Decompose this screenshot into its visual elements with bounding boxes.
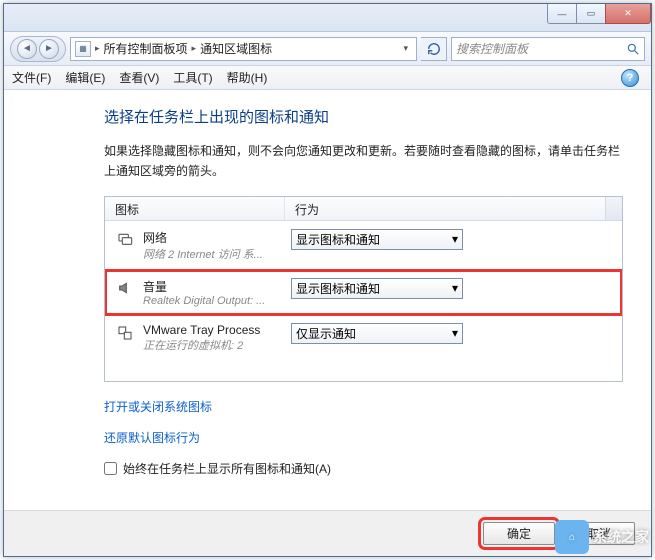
chevron-down-icon: ▾: [452, 281, 458, 295]
item-sub: 网络 2 Internet 访问 系...: [143, 246, 291, 262]
item-sub: Realtek Digital Output: ...: [143, 295, 291, 307]
list-item-vmware: VMware Tray Process 正在运行的虚拟机: 2 仅显示通知▾: [105, 315, 622, 361]
cancel-button[interactable]: 取消: [563, 522, 635, 545]
links-section: 打开或关闭系统图标 还原默认图标行为: [104, 398, 623, 446]
control-panel-window: — ▭ ✕ ◄ ► ▦ ▸ 所有控制面板项 ▸ 通知区域图标 ▾ 搜索控制面板 …: [3, 3, 652, 557]
menubar: 文件(F) 编辑(E) 查看(V) 工具(T) 帮助(H) ?: [4, 66, 651, 90]
address-bar[interactable]: ▦ ▸ 所有控制面板项 ▸ 通知区域图标 ▾: [70, 37, 417, 61]
breadcrumb-notification-icons[interactable]: 通知区域图标: [200, 40, 272, 57]
list-item-volume: 音量 Realtek Digital Output: ... 显示图标和通知▾: [105, 270, 622, 315]
control-panel-icon: ▦: [75, 41, 91, 57]
list-item-network: 网络 网络 2 Internet 访问 系... 显示图标和通知▾: [105, 221, 622, 270]
back-button[interactable]: ◄: [17, 39, 37, 59]
refresh-button[interactable]: [421, 37, 447, 61]
chevron-right-icon: ▸: [188, 43, 201, 54]
item-sub: 正在运行的虚拟机: 2: [143, 337, 291, 353]
menu-help[interactable]: 帮助(H): [227, 69, 268, 86]
vmware-icon: [115, 323, 135, 343]
scrollbar[interactable]: [605, 197, 622, 220]
minimize-button[interactable]: —: [547, 4, 577, 24]
link-toggle-system-icons[interactable]: 打开或关闭系统图标: [104, 398, 623, 415]
menu-tools[interactable]: 工具(T): [173, 69, 212, 86]
icon-list: 图标 行为 网络 网络 2 Internet 访问 系... 显示图标和通知▾: [104, 196, 623, 382]
chevron-down-icon: ▾: [452, 326, 458, 340]
search-input[interactable]: 搜索控制面板: [451, 37, 645, 61]
menu-edit[interactable]: 编辑(E): [65, 69, 105, 86]
dialog-footer: 确定 取消: [4, 510, 651, 556]
search-icon: [626, 42, 640, 56]
checkbox-label: 始终在任务栏上显示所有图标和通知(A): [123, 460, 331, 477]
forward-button[interactable]: ►: [39, 39, 59, 59]
always-show-input[interactable]: [104, 462, 117, 475]
breadcrumb-all-items[interactable]: 所有控制面板项: [104, 40, 188, 57]
page-title: 选择在任务栏上出现的图标和通知: [104, 106, 623, 127]
volume-icon: [115, 278, 135, 298]
ok-button[interactable]: 确定: [483, 522, 555, 545]
search-placeholder: 搜索控制面板: [456, 40, 528, 57]
behavior-select-vmware[interactable]: 仅显示通知▾: [291, 323, 463, 344]
menu-view[interactable]: 查看(V): [119, 69, 159, 86]
column-behavior[interactable]: 行为: [285, 197, 605, 220]
chevron-down-icon: ▾: [452, 232, 458, 246]
content-area: 选择在任务栏上出现的图标和通知 如果选择隐藏图标和通知，则不会向您通知更改和更新…: [4, 90, 651, 477]
navbar: ◄ ► ▦ ▸ 所有控制面板项 ▸ 通知区域图标 ▾ 搜索控制面板: [4, 32, 651, 66]
dropdown-icon[interactable]: ▾: [399, 43, 412, 54]
nav-buttons: ◄ ►: [10, 36, 66, 62]
chevron-right-icon: ▸: [91, 43, 104, 54]
network-icon: [115, 229, 135, 249]
item-name: 网络: [143, 229, 291, 246]
column-icon[interactable]: 图标: [105, 197, 285, 220]
close-button[interactable]: ✕: [605, 4, 651, 24]
item-name: VMware Tray Process: [143, 323, 291, 337]
link-restore-defaults[interactable]: 还原默认图标行为: [104, 429, 623, 446]
behavior-select-volume[interactable]: 显示图标和通知▾: [291, 278, 463, 299]
list-header: 图标 行为: [105, 197, 622, 221]
maximize-button[interactable]: ▭: [576, 4, 606, 24]
menu-file[interactable]: 文件(F): [12, 69, 51, 86]
behavior-select-network[interactable]: 显示图标和通知▾: [291, 229, 463, 250]
titlebar: — ▭ ✕: [4, 4, 651, 32]
page-description: 如果选择隐藏图标和通知，则不会向您通知更改和更新。若要随时查看隐藏的图标，请单击…: [104, 141, 623, 182]
help-icon[interactable]: ?: [621, 69, 639, 87]
item-name: 音量: [143, 278, 291, 295]
always-show-checkbox[interactable]: 始终在任务栏上显示所有图标和通知(A): [104, 460, 623, 477]
